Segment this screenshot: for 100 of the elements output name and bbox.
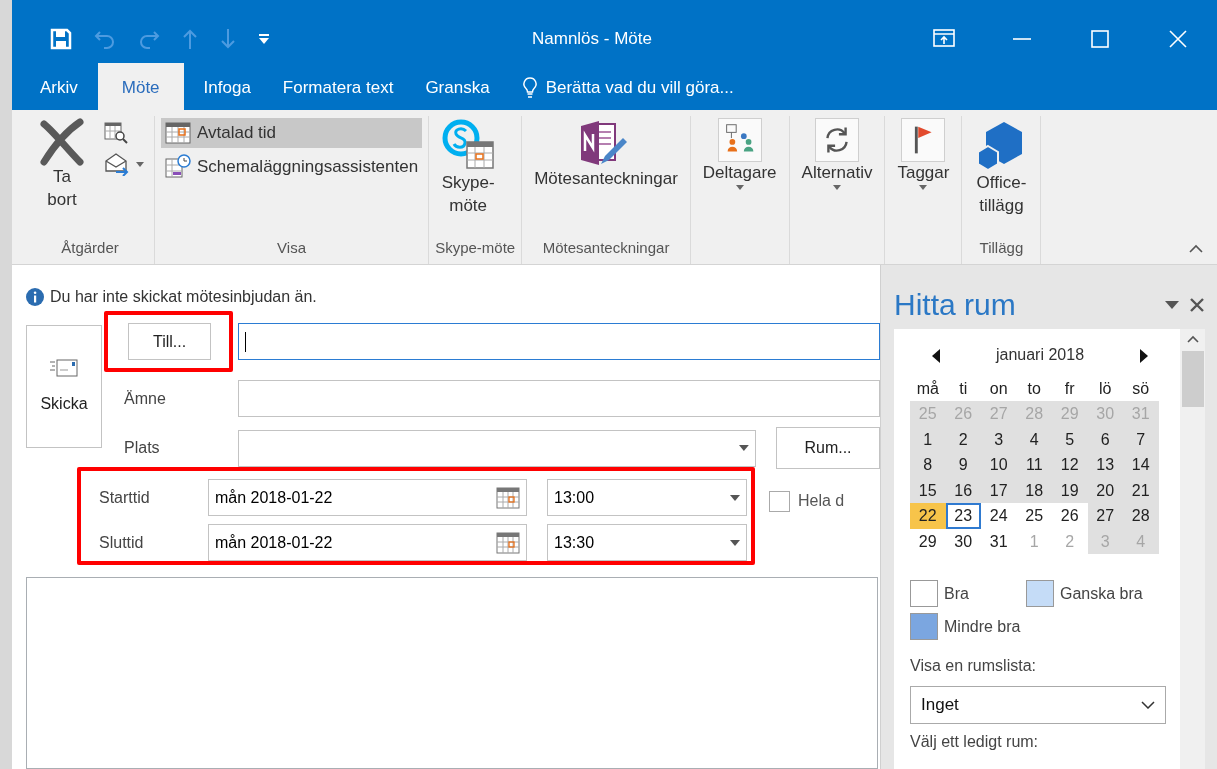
time-field[interactable]: 13:00	[547, 479, 747, 516]
calendar-icon	[165, 121, 191, 144]
calendar-day[interactable]: 1	[910, 426, 946, 452]
calendar-day[interactable]: 13	[1087, 452, 1123, 478]
save-icon[interactable]	[50, 27, 72, 50]
weekday-label: to	[1026, 379, 1042, 399]
ribbon-button[interactable]: Taggar	[891, 116, 956, 236]
to-button[interactable]: Till...	[128, 323, 212, 360]
calendar-day[interactable]: 19	[1052, 477, 1088, 503]
calendar-day[interactable]: 11	[1016, 452, 1052, 478]
ribbon-button[interactable]: Ta bort	[32, 116, 92, 236]
free-room-label: Välj ett ledigt rum:	[910, 732, 1040, 752]
caret-icon	[919, 184, 928, 190]
calendar-day[interactable]: 29	[910, 528, 946, 554]
calendar-day[interactable]: 31	[981, 528, 1017, 554]
date-field[interactable]: mån 2018-01-22	[208, 524, 527, 561]
calendar-day[interactable]: 17	[981, 477, 1017, 503]
info-icon	[26, 288, 44, 306]
ribbon-button[interactable]: Mötesanteckningar	[528, 116, 684, 236]
group-label: Skype-möte	[435, 238, 516, 258]
calendar-icon	[496, 531, 520, 554]
calendar-day[interactable]: 5	[1052, 426, 1088, 452]
time-field[interactable]: 13:30	[547, 524, 747, 561]
field-label: Plats	[123, 438, 161, 458]
calendar-day[interactable]: 3	[981, 426, 1017, 452]
customize-menu-icon[interactable]	[258, 32, 270, 45]
ribbon-tab[interactable]: Formatera text	[270, 64, 406, 110]
recipient-field[interactable]	[238, 323, 880, 360]
skype-calendar-icon	[441, 118, 496, 172]
envelope-icon	[50, 357, 78, 378]
calendar-day[interactable]: 9	[945, 452, 981, 478]
lightbulb-icon	[521, 76, 538, 99]
message-body-field[interactable]	[26, 577, 878, 769]
date-field[interactable]: mån 2018-01-22	[208, 479, 527, 516]
calendar-day[interactable]: 28	[1123, 503, 1159, 529]
ribbon-tab[interactable]: Granska	[413, 64, 502, 110]
ribbon-button[interactable]: Schemaläggningsassistenten	[161, 151, 423, 181]
calendar-day[interactable]: 24	[981, 503, 1017, 529]
scroll-up-icon[interactable]	[1186, 335, 1199, 343]
legend-label: Ganska bra	[1060, 583, 1143, 604]
weekday-label: må	[915, 379, 940, 399]
collapse-ribbon-icon[interactable]	[1189, 244, 1203, 254]
ribbon-tab[interactable]: Möte	[97, 62, 184, 110]
pane-title: Hitta rum	[894, 287, 1017, 323]
ribbon-button[interactable]: Alternativ	[795, 116, 879, 236]
maximize-icon[interactable]	[1089, 28, 1111, 49]
envelope-arrow-icon	[104, 152, 130, 176]
calendar-day[interactable]: 8	[910, 452, 946, 478]
close-icon[interactable]	[1167, 28, 1189, 49]
close-icon[interactable]	[1189, 297, 1205, 313]
calendar-day[interactable]: 21	[1123, 477, 1159, 503]
calendar-day[interactable]: 15	[910, 477, 946, 503]
field-label: Starttid	[99, 487, 151, 508]
tell-me-search[interactable]: Berätta vad du vill göra...	[545, 74, 734, 100]
weekday-label: lö	[1098, 379, 1113, 399]
caret-icon	[136, 161, 144, 167]
send-button[interactable]: Skicka	[26, 325, 102, 448]
ribbon-button[interactable]: Deltagare	[696, 116, 783, 236]
month-title: januari 2018	[995, 345, 1085, 365]
group-label: Åtgärder	[60, 238, 120, 258]
calendar-day[interactable]: 25	[1016, 503, 1052, 529]
ribbon-display-icon[interactable]	[933, 28, 955, 49]
ribbon-tab[interactable]: Infoga	[191, 64, 263, 110]
calendar-day[interactable]: 27	[1087, 503, 1123, 529]
ribbon-tab[interactable]: Arkiv	[28, 64, 90, 110]
room-list-label: Visa en rumslista:	[910, 656, 1037, 676]
group-label: Tillägg	[978, 238, 1025, 258]
calendar-day[interactable]: 14	[1123, 452, 1159, 478]
calendar-day[interactable]: 26	[1052, 503, 1088, 529]
schedule-clock-icon	[165, 154, 191, 179]
ribbon-button[interactable]: Office-tillägg	[968, 116, 1035, 236]
room-list-select[interactable]: Inget	[910, 686, 1166, 724]
calendar-day[interactable]: 10	[981, 452, 1017, 478]
calendar-day[interactable]: 12	[1052, 452, 1088, 478]
legend-label: Bra	[944, 583, 969, 604]
calendar-day[interactable]: 22	[910, 503, 946, 529]
dropdown-icon[interactable]	[1165, 301, 1179, 309]
calendar-day[interactable]: 23	[945, 503, 981, 529]
scrollbar[interactable]	[1180, 329, 1205, 769]
ribbon-button[interactable]: Skype-möte	[435, 116, 502, 236]
ribbon-button[interactable]: Avtalad tid	[161, 118, 423, 148]
delete-icon	[38, 118, 86, 166]
window-title: Namnlös - Möte	[532, 28, 652, 48]
caret-icon	[735, 184, 744, 190]
previous-icon	[932, 348, 940, 363]
all-day-checkbox[interactable]: Hela d	[769, 489, 845, 513]
weekday-label: ti	[958, 379, 969, 399]
calendar-icon	[496, 486, 520, 509]
dropdown-icon	[730, 539, 740, 546]
calendar-day[interactable]: 7	[1123, 426, 1159, 452]
subject-field[interactable]	[238, 380, 880, 417]
weekday-label: sö	[1131, 379, 1151, 399]
legend-label: Mindre bra	[944, 616, 1021, 637]
scroll-thumb[interactable]	[1181, 351, 1204, 407]
calendar-search-icon	[104, 120, 128, 144]
location-field[interactable]	[238, 429, 756, 467]
dropdown-icon	[739, 445, 749, 451]
calendar-day[interactable]: 30	[945, 528, 981, 554]
room-button[interactable]: Rum...	[776, 427, 880, 469]
field-label: Ämne	[123, 388, 167, 409]
